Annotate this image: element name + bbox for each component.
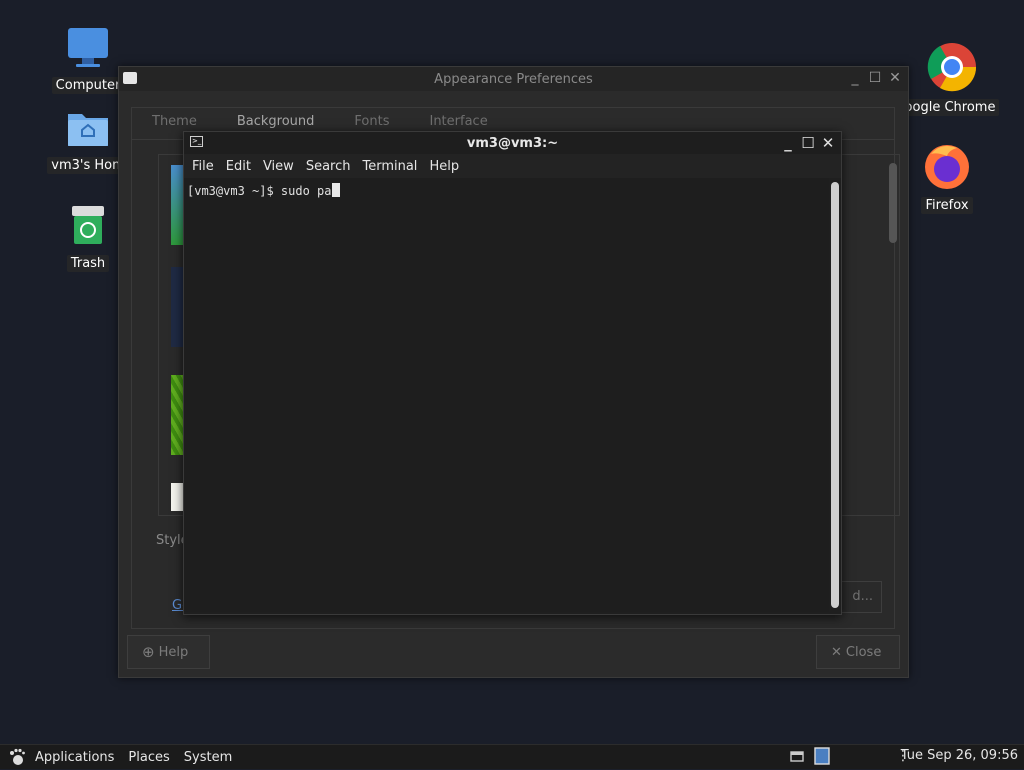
minimize-icon[interactable]: _ <box>848 70 862 86</box>
computer-icon <box>66 26 110 70</box>
window-list-icon[interactable] <box>790 749 804 767</box>
firefox-icon <box>923 142 971 190</box>
close-icon[interactable]: ✕ <box>888 70 902 86</box>
chrome-icon <box>927 42 977 92</box>
menu-edit[interactable]: Edit <box>220 159 257 174</box>
help-button[interactable]: ⊕ Help <box>127 635 210 669</box>
menu-bar: File Edit View Search Terminal Help <box>184 154 841 178</box>
close-button[interactable]: ✕ Close <box>816 635 900 669</box>
workspace-switcher-icon[interactable] <box>814 747 830 769</box>
maximize-icon[interactable]: ☐ <box>801 135 815 151</box>
gnome-foot-icon <box>8 748 26 766</box>
menu-view[interactable]: View <box>257 159 300 174</box>
title-bar[interactable]: >_ vm3@vm3:~ _ ☐ ✕ <box>184 132 841 154</box>
text-cursor <box>331 183 340 197</box>
close-x-icon: ✕ <box>831 644 842 660</box>
help-button-label: Help <box>158 644 189 660</box>
close-button-label: Close <box>845 644 882 660</box>
desktop-icon-label: vm3's Hom <box>47 157 129 174</box>
menu-help[interactable]: Help <box>423 159 465 174</box>
desktop-icon-label: Computer <box>51 77 125 94</box>
terminal-window[interactable]: >_ vm3@vm3:~ _ ☐ ✕ File Edit View Search… <box>183 131 842 615</box>
shell-prompt: [vm3@vm3 ~]$ <box>187 184 281 198</box>
bottom-panel: Applications Places System ⋮ Tue Sep 26,… <box>0 744 1024 769</box>
home-folder-icon <box>66 106 110 150</box>
menu-search[interactable]: Search <box>300 159 357 174</box>
menu-file[interactable]: File <box>186 159 220 174</box>
terminal-icon: >_ <box>190 136 203 147</box>
desktop: Computer vm3's Hom Trash oogle Chrome Fi… <box>0 0 1024 744</box>
title-bar[interactable]: Appearance Preferences _ ☐ ✕ <box>119 67 908 91</box>
maximize-icon[interactable]: ☐ <box>868 70 882 86</box>
window-title: Appearance Preferences <box>434 71 593 87</box>
trash-icon <box>66 204 110 248</box>
menu-terminal[interactable]: Terminal <box>356 159 423 174</box>
window-title: vm3@vm3:~ <box>466 135 559 151</box>
desktop-icon-firefox[interactable]: Firefox <box>902 142 992 214</box>
command-input[interactable]: sudo pa <box>281 184 332 198</box>
window-app-icon <box>123 72 137 84</box>
applications-menu[interactable]: Applications <box>28 750 121 765</box>
places-menu[interactable]: Places <box>121 750 176 765</box>
desktop-icon-label: Trash <box>66 255 110 272</box>
clock[interactable]: Tue Sep 26, 09:56 <box>901 748 1018 763</box>
desktop-icon-label: oogle Chrome <box>900 99 1000 116</box>
desktop-icon-label: Firefox <box>921 197 973 214</box>
close-icon[interactable]: ✕ <box>821 135 835 151</box>
help-icon: ⊕ <box>142 643 155 661</box>
desktop-icon-chrome[interactable]: oogle Chrome <box>900 42 1002 116</box>
terminal-output[interactable]: [vm3@vm3 ~]$ sudo pa <box>184 178 829 612</box>
scrollbar[interactable] <box>831 182 839 608</box>
system-menu[interactable]: System <box>177 750 239 765</box>
scrollbar[interactable] <box>889 163 897 243</box>
minimize-icon[interactable]: _ <box>781 135 795 151</box>
